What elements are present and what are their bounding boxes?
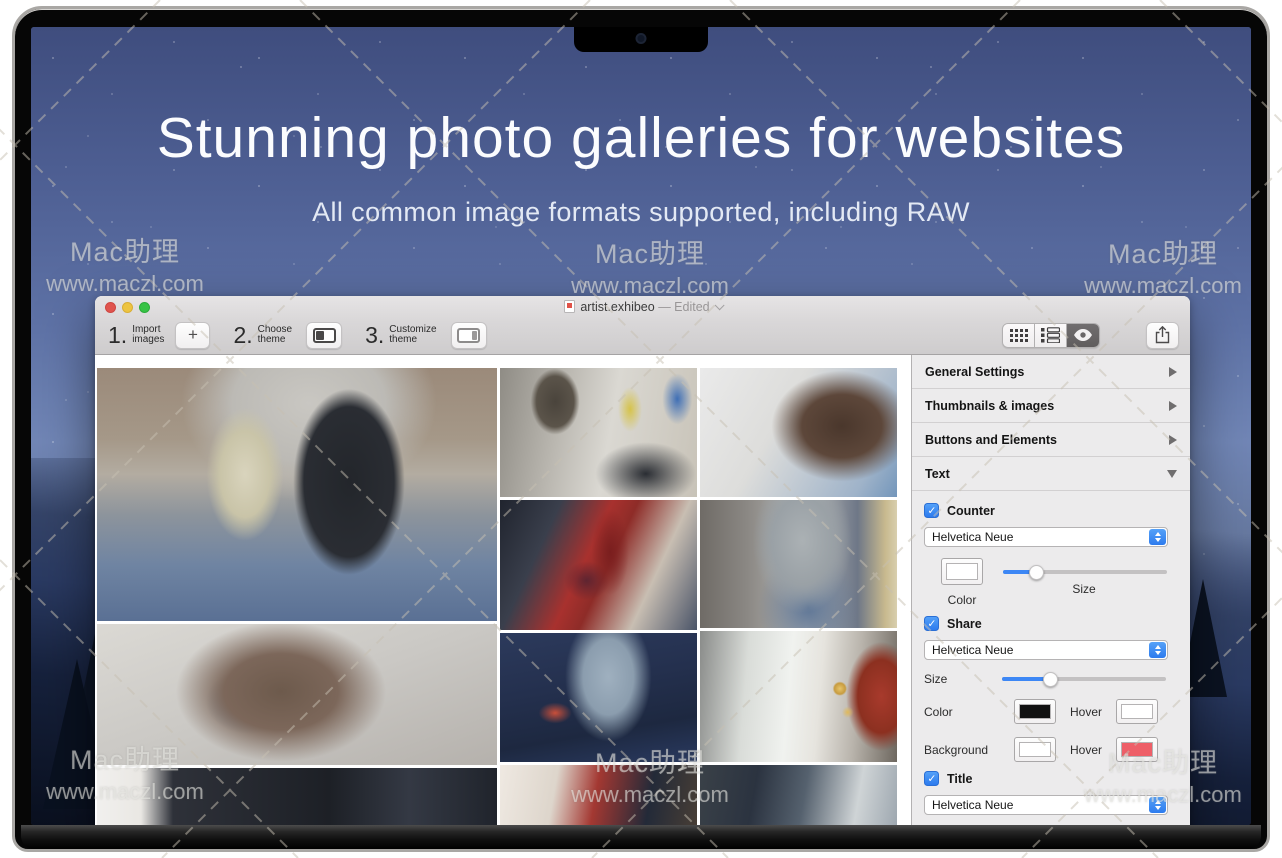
settings-sidebar: General Settings Thumbnails & images But… [911,355,1190,825]
counter-checkbox[interactable] [924,503,939,518]
title-checkbox-row: Title [924,771,1168,786]
share-color-hover-well[interactable] [1116,699,1158,724]
chevron-right-icon [1169,435,1177,445]
import-images-button[interactable]: + [175,322,210,349]
share-background-well[interactable] [1014,737,1056,762]
gallery-photo-studio-window-lights[interactable] [700,631,897,761]
view-mode-segmented-control [1002,323,1100,348]
gallery-photo-artist-hand-on-hip[interactable] [700,500,897,629]
counter-font-select[interactable]: Helvetica Neue [924,527,1168,547]
sidebar-section-thumbnails-images[interactable]: Thumbnails & images [912,389,1190,423]
step-import: 1. Import images [108,322,164,349]
eye-preview-button[interactable] [1067,324,1099,347]
chevron-down-icon[interactable] [714,300,724,310]
stepper-icon [1149,797,1166,813]
webcam-icon [638,35,645,42]
window-chrome: artist.exhibeo — Edited 1. Import images [95,296,1190,355]
gallery-photo-artist-drawing-closeup[interactable] [700,368,897,497]
laptop-screen: Stunning photo galleries for websites Al… [31,27,1251,825]
chevron-down-icon [1167,470,1177,478]
gallery-photo-artist-on-drop-cloth[interactable] [500,633,697,762]
title-checkbox[interactable] [924,771,939,786]
share-color-well[interactable] [1014,699,1056,724]
share-background-hover-well[interactable] [1116,737,1158,762]
share-checkbox-row: Share [924,616,1168,631]
stepper-icon [1149,529,1166,545]
gallery-photo-artist-holding-paint-jar[interactable] [97,368,497,621]
grid-view-button[interactable] [1003,324,1035,347]
grid-view-icon [1010,329,1028,342]
counter-checkbox-row: Counter [924,503,1168,518]
titlebar[interactable]: artist.exhibeo — Edited [95,296,1190,319]
gallery-photo-brushes-and-supplies[interactable] [500,500,697,629]
title-font-select[interactable]: Helvetica Neue [924,795,1168,815]
sidebar-section-general-settings[interactable]: General Settings [912,355,1190,389]
hero-subheadline: All common image formats supported, incl… [31,197,1251,228]
step-choose-theme: 2. Choose theme [233,322,292,349]
gallery-canvas[interactable] [95,355,911,825]
display-notch [574,27,708,52]
chevron-right-icon [1169,401,1177,411]
sidebar-section-text[interactable]: Text [912,457,1190,491]
exhibeo-window: artist.exhibeo — Edited 1. Import images [95,296,1190,825]
step-customize-theme: 3. Customize theme [365,322,436,349]
slider-knob[interactable] [1043,672,1058,687]
gallery-photo-artist-at-easel[interactable] [500,368,697,497]
share-size-slider[interactable] [1002,677,1166,681]
toolbar: 1. Import images + 2. Choo [95,319,1190,355]
share-font-select[interactable]: Helvetica Neue [924,640,1168,660]
stepper-icon [1149,642,1166,658]
slider-knob[interactable] [1029,565,1044,580]
theme-right-panel-icon [457,328,480,343]
text-settings-panel: Counter Helvetica Neue [912,491,1190,825]
share-checkbox[interactable] [924,616,939,631]
document-icon [564,300,575,313]
list-view-button[interactable] [1035,324,1067,347]
marketing-banner: Stunning photo galleries for websites Al… [0,0,1282,858]
laptop-base [21,825,1261,849]
macbook-mockup: Stunning photo galleries for websites Al… [12,6,1270,852]
hero-headline: Stunning photo galleries for websites [31,105,1251,171]
eye-preview-icon [1073,328,1093,342]
chevron-right-icon [1169,367,1177,377]
share-button[interactable] [1146,322,1179,349]
gallery-photo-paint-supplies[interactable] [500,765,697,825]
gallery-photo-studio-interior[interactable] [700,765,897,825]
theme-left-panel-icon [313,328,336,343]
counter-size-slider[interactable] [1003,570,1167,574]
sidebar-section-buttons-elements[interactable]: Buttons and Elements [912,423,1190,457]
share-color-row: Color Hover [924,699,1168,724]
window-title: artist.exhibeo — Edited [95,300,1190,314]
choose-theme-button[interactable] [306,322,342,349]
list-view-icon [1041,327,1060,343]
gallery-photo-hand-with-blue-paint[interactable] [97,624,497,765]
share-icon [1155,326,1170,344]
plus-icon: + [188,325,198,345]
customize-theme-button[interactable] [451,322,487,349]
share-background-row: Background Hover [924,737,1168,762]
counter-color-well[interactable] [941,558,983,585]
gallery-photo-paintbrush-closeup[interactable] [97,768,497,825]
